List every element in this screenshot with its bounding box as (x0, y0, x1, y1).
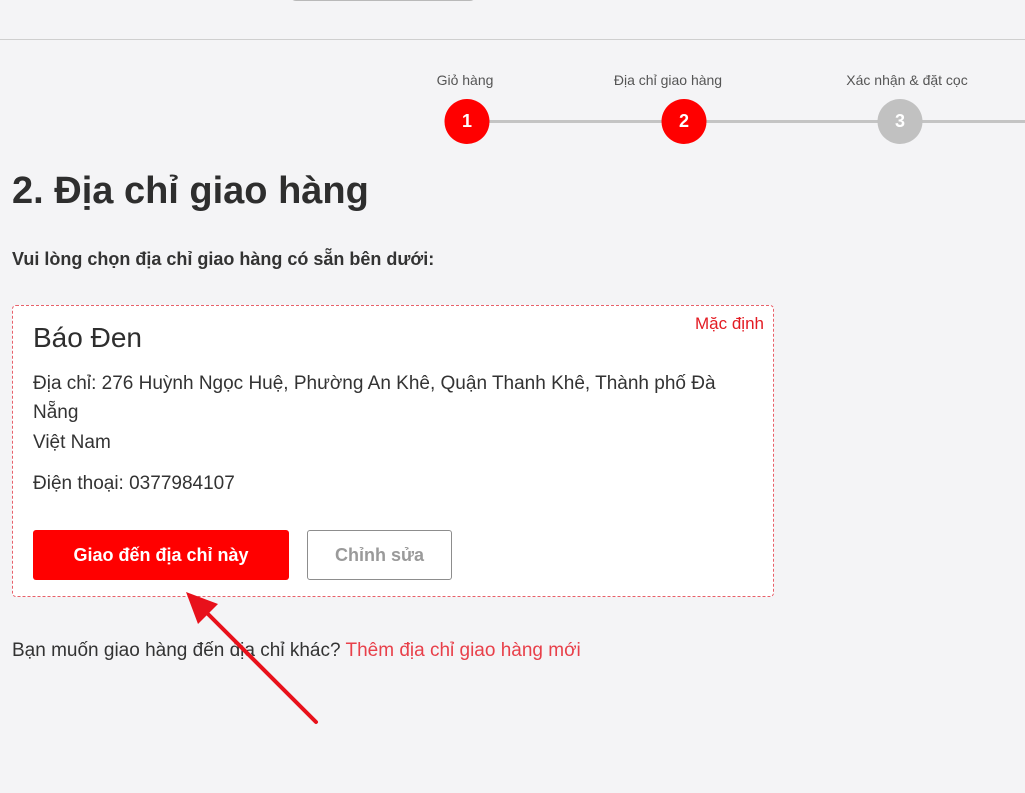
phone-text: Điện thoại: 0377984107 (33, 473, 235, 494)
stepper-line-1 (467, 120, 684, 123)
add-new-address-link[interactable]: Thêm địa chỉ giao hàng mới (345, 640, 580, 661)
step-label-cart: Giỏ hàng (436, 72, 494, 88)
stepper-line-2 (684, 120, 900, 123)
edit-address-button[interactable]: Chỉnh sửa (307, 530, 452, 580)
step-circle-3: 3 (877, 99, 923, 144)
country-text: Việt Nam (33, 432, 111, 453)
instruction-text: Vui lòng chọn địa chỉ giao hàng có sẵn b… (12, 249, 435, 269)
annotation-arrow-shaft (202, 608, 318, 724)
other-address-question: Bạn muốn giao hàng đến địa chỉ khác? (12, 640, 346, 661)
checkout-stepper: Giỏ hàng Địa chỉ giao hàng Xác nhận & đặ… (0, 0, 1025, 150)
page-title: 2. Địa chỉ giao hàng (12, 170, 369, 212)
other-address-prompt: Bạn muốn giao hàng đến địa chỉ khác? Thê… (12, 640, 581, 662)
recipient-name: Báo Đen (33, 322, 142, 353)
step-circle-2[interactable]: 2 (661, 99, 707, 144)
step-label-confirm-deposit: Xác nhận & đặt cọc (846, 72, 968, 88)
address-text: Địa chỉ: 276 Huỳnh Ngọc Huệ, Phường An K… (33, 373, 716, 423)
default-address-badge: Mặc định (695, 314, 764, 333)
step-circle-1[interactable]: 1 (444, 99, 490, 144)
deliver-to-address-button[interactable]: Giao đến địa chỉ này (33, 530, 289, 580)
step-label-shipping-address: Địa chỉ giao hàng (613, 72, 723, 88)
address-card: Mặc định Báo Đen Địa chỉ: 276 Huỳnh Ngọc… (12, 305, 774, 597)
